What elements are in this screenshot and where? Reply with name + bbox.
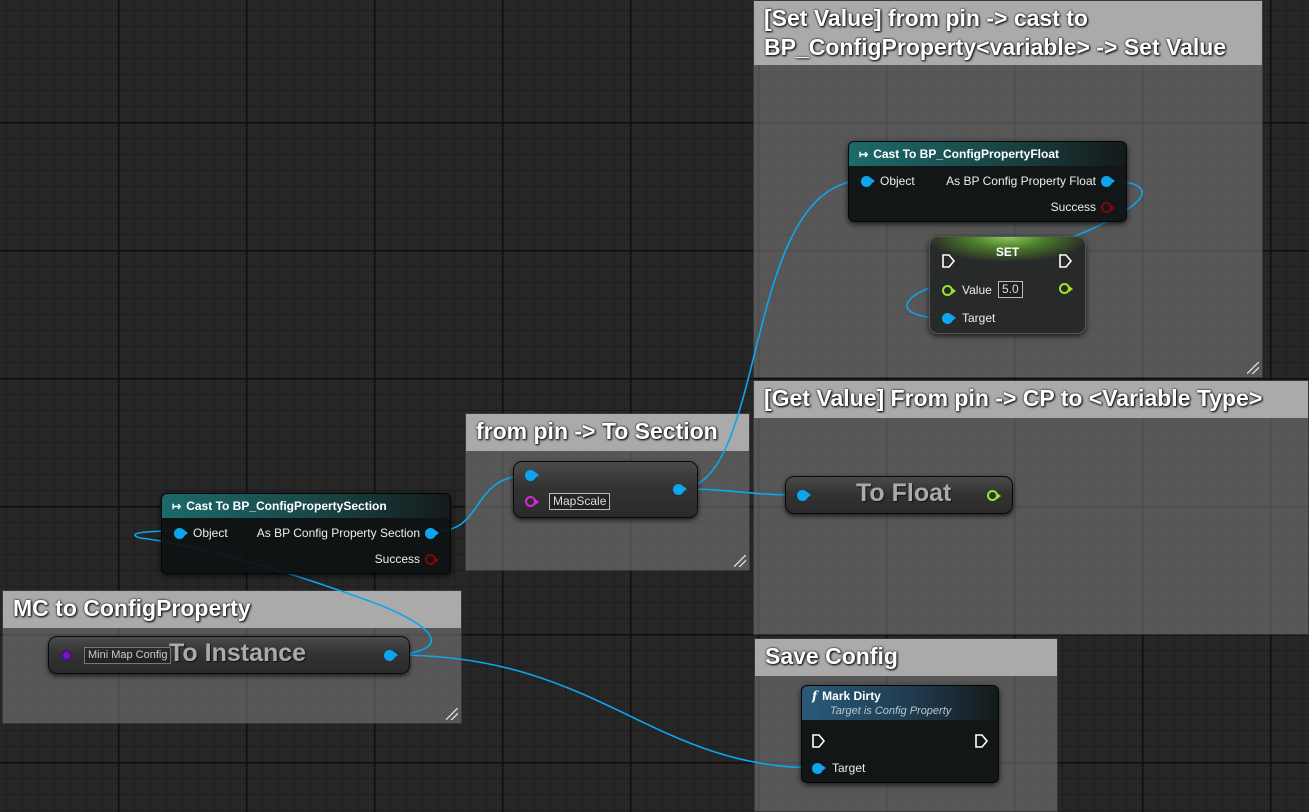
as-float-output-label: As BP Config Property Float [946, 174, 1096, 188]
success-output-label: Success [1050, 200, 1096, 214]
value-output-pin[interactable] [1059, 283, 1073, 294]
to-float-title: To Float [856, 479, 952, 507]
comment-get-value-header[interactable]: [Get Value] From pin -> CP to <Variable … [754, 381, 1308, 418]
to-instance-title: To Instance [169, 639, 307, 667]
as-section-output-pin[interactable] [425, 528, 439, 539]
object-input-label: Object [193, 526, 228, 540]
resize-grip-icon[interactable] [734, 555, 746, 567]
get-section-node[interactable]: MapScale [513, 461, 698, 518]
name-input-pin[interactable] [525, 496, 539, 507]
target-input-pin[interactable] [942, 313, 956, 324]
function-icon: f [812, 689, 818, 703]
section-name-field[interactable]: MapScale [549, 493, 611, 510]
object-input-label: Object [880, 174, 915, 188]
object-input-pin[interactable] [797, 490, 811, 501]
object-input-pin[interactable] [174, 528, 188, 539]
comment-set-value-title-line1: [Set Value] from pin -> cast to [764, 5, 1088, 31]
set-title: SET [995, 245, 1020, 259]
cast-section-node[interactable]: ↦ Cast To BP_ConfigPropertySection Object… [161, 493, 451, 574]
cast-float-node[interactable]: ↦ Cast To BP_ConfigPropertyFloat Object A… [848, 141, 1127, 222]
float-output-pin[interactable] [987, 490, 1001, 501]
value-input-field[interactable]: 5.0 [998, 281, 1023, 298]
comment-from-pin-header[interactable]: from pin -> To Section [466, 414, 749, 451]
comment-get-value-title: [Get Value] From pin -> CP to <Variable … [764, 385, 1263, 411]
to-float-node[interactable]: To Float [785, 476, 1013, 514]
target-label: Target [832, 761, 866, 775]
target-label: Target [962, 311, 996, 325]
success-output-label: Success [374, 552, 420, 566]
cast-section-title: Cast To BP_ConfigPropertySection [186, 499, 387, 513]
set-node[interactable]: SET Value 5.0 Target [929, 236, 1086, 334]
cast-float-title: Cast To BP_ConfigPropertyFloat [873, 147, 1060, 161]
comment-save-config-header[interactable]: Save Config [755, 639, 1057, 676]
value-label: Value [962, 283, 992, 297]
mark-dirty-title: Mark Dirty [822, 689, 881, 703]
target-input-pin[interactable] [812, 763, 826, 774]
object-input-pin[interactable] [861, 176, 875, 187]
resize-grip-icon[interactable] [1247, 362, 1259, 374]
comment-set-value-header[interactable]: [Set Value] from pin -> cast to BP_Confi… [754, 1, 1262, 65]
comment-save-config-title: Save Config [765, 643, 898, 669]
comment-mc-config-header[interactable]: MC to ConfigProperty [3, 591, 461, 628]
comment-from-pin-title: from pin -> To Section [476, 418, 718, 444]
mark-dirty-node[interactable]: f Mark Dirty Target is Config Property Ta… [801, 685, 999, 783]
cast-section-header[interactable]: ↦ Cast To BP_ConfigPropertySection [162, 494, 450, 518]
target-input-pin[interactable] [525, 470, 539, 481]
section-output-pin[interactable] [673, 484, 687, 495]
mini-map-config-field[interactable]: Mini Map Config [84, 647, 172, 664]
value-input-pin[interactable] [942, 285, 956, 296]
mark-dirty-header[interactable]: f Mark Dirty Target is Config Property [802, 686, 998, 720]
resize-grip-icon[interactable] [446, 708, 458, 720]
mark-dirty-subtitle: Target is Config Property [830, 705, 952, 717]
mini-map-config-input-pin[interactable] [61, 650, 72, 661]
cast-icon: ↦ [172, 501, 182, 513]
comment-mc-config-title: MC to ConfigProperty [13, 595, 251, 621]
cast-icon: ↦ [859, 149, 869, 161]
success-output-pin[interactable] [425, 554, 439, 565]
to-instance-node[interactable]: Mini Map Config To Instance [48, 636, 410, 674]
comment-set-value-title-line2: BP_ConfigProperty<variable> -> Set Value [764, 34, 1227, 60]
success-output-pin[interactable] [1101, 202, 1115, 213]
as-section-output-label: As BP Config Property Section [256, 526, 420, 540]
cast-float-header[interactable]: ↦ Cast To BP_ConfigPropertyFloat [849, 142, 1126, 166]
instance-output-pin[interactable] [384, 650, 398, 661]
as-float-output-pin[interactable] [1101, 176, 1115, 187]
